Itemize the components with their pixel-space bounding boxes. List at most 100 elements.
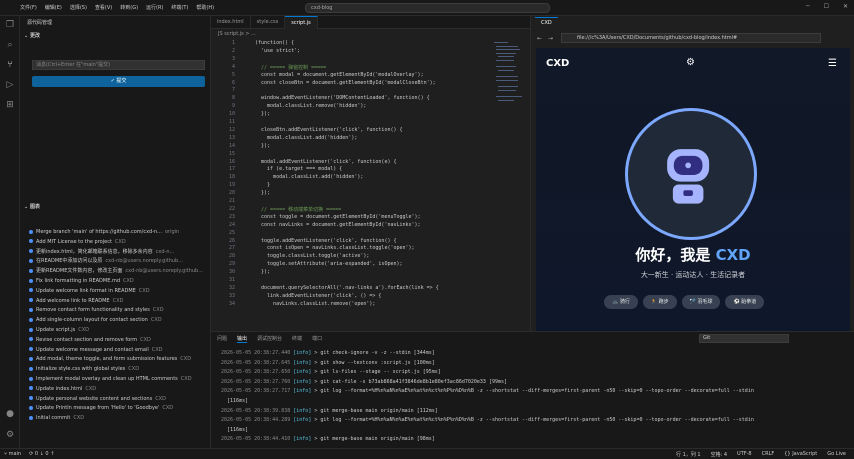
explorer-icon[interactable]: ❐ <box>4 19 16 31</box>
code-line[interactable]: const toggle = document.getElementById('… <box>255 214 421 220</box>
commit-author: CXD <box>151 346 163 353</box>
manage-gear-icon[interactable]: ⚙ <box>4 429 16 441</box>
graph-commit-item[interactable]: Remove contact form functionality and st… <box>29 306 209 315</box>
code-line[interactable]: navLinks.classList.remove('open'); <box>255 301 375 307</box>
menu-view[interactable]: 查看(V) <box>95 4 112 11</box>
graph-commit-item[interactable]: Initialize style.css with global styles C… <box>29 365 209 374</box>
changes-section-header[interactable]: ⌄ 更改 <box>24 32 40 39</box>
code-line[interactable]: document.querySelectorAll('.nav-links a'… <box>255 285 439 291</box>
run-debug-icon[interactable]: ▷ <box>4 79 16 91</box>
code-line[interactable]: toggle.addEventListener('click', functio… <box>255 238 396 244</box>
code-line[interactable]: window.addEventListener('DOMContentLoade… <box>255 95 430 101</box>
code-line[interactable]: modal.addEventListener('click', function… <box>255 159 396 165</box>
panel-output: 问题 输出 调试控制台 终端 端口 Git 2026-05-05 20:38:2… <box>211 331 854 448</box>
graph-commit-item[interactable]: Update Println message from 'Hello' to '… <box>29 404 209 413</box>
graph-commit-item[interactable]: Add modal, theme toggle, and form submis… <box>29 355 209 364</box>
code-line[interactable]: toggle.setAttribute('aria-expanded', isO… <box>255 261 402 267</box>
encoding[interactable]: UTF-8 <box>737 451 752 458</box>
graph-commit-item[interactable]: Update welcome link format in README CXD <box>29 287 209 296</box>
code-line[interactable]: closeBtn.addEventListener('click', funct… <box>255 127 403 133</box>
graph-commit-item[interactable]: Update index.html CXD <box>29 385 209 394</box>
sync-indicator[interactable]: ⟳ 0 ↓ 0 ↑ <box>29 451 54 457</box>
commit-node-icon <box>29 258 33 263</box>
commit-message-input[interactable]: 消息(Ctrl+Enter 在"main"提交) <box>32 60 205 70</box>
code-line[interactable]: const closeBtn = document.getElementById… <box>255 80 436 86</box>
extensions-icon[interactable]: ⊞ <box>4 99 16 111</box>
tab-index-html[interactable]: index.html <box>211 16 251 29</box>
tab-debug-console[interactable]: 调试控制台 <box>257 335 282 343</box>
graph-commit-item[interactable]: Update welcome message and contact email… <box>29 346 209 355</box>
command-center[interactable]: cxd-blog <box>305 3 550 13</box>
graph-commit-item[interactable]: Merge branch 'main' of https://github.co… <box>29 228 209 237</box>
graph-commit-item[interactable]: Revise contact section and remove form CX… <box>29 336 209 345</box>
graph-section-header[interactable]: ⌄ 图表 <box>24 203 40 210</box>
close-icon[interactable]: ✕ <box>843 3 848 10</box>
menu-help[interactable]: 帮助(H) <box>196 4 214 11</box>
code-line[interactable]: // ===== 移动端菜单切换 ===== <box>255 206 341 213</box>
code-line[interactable]: (function() { <box>255 40 294 46</box>
tab-style-css[interactable]: style.css <box>251 16 286 29</box>
tab-output[interactable]: 输出 <box>237 335 248 343</box>
graph-commit-item[interactable]: Add welcome link to README CXD <box>29 297 209 306</box>
code-line[interactable]: 'use strict'; <box>255 48 300 54</box>
back-arrow-icon[interactable]: ← <box>537 35 542 42</box>
menu-go[interactable]: 转到(G) <box>120 4 138 11</box>
code-line[interactable]: modal.classList.remove('hidden'); <box>255 103 366 109</box>
graph-commit-item[interactable]: Fix link formatting in README.md CXD <box>29 277 209 286</box>
code-line[interactable]: }); <box>255 269 270 275</box>
tab-terminal[interactable]: 终端 <box>292 335 302 343</box>
theme-toggle-icon[interactable]: ⚙ <box>686 57 695 68</box>
code-line[interactable]: } <box>255 182 270 188</box>
menu-file[interactable]: 文件(F) <box>20 4 37 11</box>
tab-ports[interactable]: 端口 <box>312 335 322 343</box>
output-channel-select[interactable]: Git <box>699 334 789 343</box>
site-logo[interactable]: CXD <box>546 58 569 69</box>
graph-commit-item[interactable]: 在README中添加访问以及原 cxd-nb@users.noreply.gith… <box>29 257 209 266</box>
menu-run[interactable]: 运行(R) <box>146 4 163 11</box>
line-ending[interactable]: CRLF <box>762 451 775 458</box>
account-icon[interactable]: ● <box>4 408 16 420</box>
minimap[interactable] <box>494 40 524 110</box>
menu-selection[interactable]: 选择(S) <box>70 4 87 11</box>
minimize-icon[interactable]: ─ <box>806 3 810 10</box>
branch-indicator[interactable]: ⑂ main <box>4 451 21 457</box>
code-line[interactable]: }); <box>255 111 270 117</box>
code-line[interactable]: modal.classList.add('hidden'); <box>255 135 357 141</box>
code-line[interactable]: const isOpen = navLinks.classList.toggle… <box>255 245 415 251</box>
code-line[interactable]: toggle.classList.toggle('active'); <box>255 253 369 259</box>
graph-commit-item[interactable]: Implement modal overlay and clean up HTM… <box>29 375 209 384</box>
graph-commit-item[interactable]: Add MIT License to the project CXD <box>29 238 209 247</box>
tab-problems[interactable]: 问题 <box>217 335 227 343</box>
graph-commit-item[interactable]: 更新README文件数内容，修改主页面 cxd-nb@users.noreply.… <box>29 267 209 276</box>
graph-commit-item[interactable]: Update personal website content and sect… <box>29 395 209 404</box>
go-live-button[interactable]: Go Live <box>827 451 846 458</box>
commit-button[interactable]: ✓ 提交 <box>32 76 205 87</box>
code-line[interactable]: if (e.target === modal) { <box>255 166 342 172</box>
code-line[interactable]: link.addEventListener('click', () => { <box>255 293 381 299</box>
language-mode[interactable]: {} JavaScript <box>784 451 817 458</box>
code-line[interactable]: modal.classList.add('hidden'); <box>255 174 363 180</box>
graph-commit-item[interactable]: Add single-column layout for contact sec… <box>29 316 209 325</box>
code-line[interactable]: }); <box>255 143 270 149</box>
indentation[interactable]: 空格: 4 <box>711 451 727 458</box>
url-bar[interactable]: file:///c%3A/Users/CXD/Documents/github/… <box>561 33 821 43</box>
graph-commit-item[interactable]: Initial commit CXD <box>29 414 209 423</box>
code-line[interactable]: const navLinks = document.getElementById… <box>255 222 421 228</box>
menu-edit[interactable]: 编辑(E) <box>45 4 62 11</box>
maximize-icon[interactable]: ☐ <box>824 3 829 10</box>
source-control-icon[interactable]: ⑂ <box>4 59 16 71</box>
cursor-position[interactable]: 行 1，列 1 <box>676 451 701 458</box>
menu-terminal[interactable]: 终端(T) <box>171 4 188 11</box>
forward-arrow-icon[interactable]: → <box>548 35 553 42</box>
tab-script-js[interactable]: script.js <box>285 16 318 29</box>
breadcrumb[interactable]: JS script.js > ... <box>218 31 256 37</box>
code-line[interactable]: const modal = document.getElementById('m… <box>255 72 424 78</box>
log-timestamp: 2026-05-05 20:38:27.760 <box>221 378 291 385</box>
code-line[interactable]: }); <box>255 190 270 196</box>
tab-browser-preview[interactable]: CXD <box>535 17 558 28</box>
code-line[interactable]: // ===== 弹窗控制 ===== <box>255 64 326 71</box>
hamburger-menu-icon[interactable]: ☰ <box>828 58 840 69</box>
graph-commit-item[interactable]: Update script.js CXD <box>29 326 209 335</box>
search-icon[interactable]: ⌕ <box>4 39 16 51</box>
graph-commit-item[interactable]: 更新index.html，简化邮箱联系信息，移除多余内容 cxd-n... <box>29 248 209 257</box>
